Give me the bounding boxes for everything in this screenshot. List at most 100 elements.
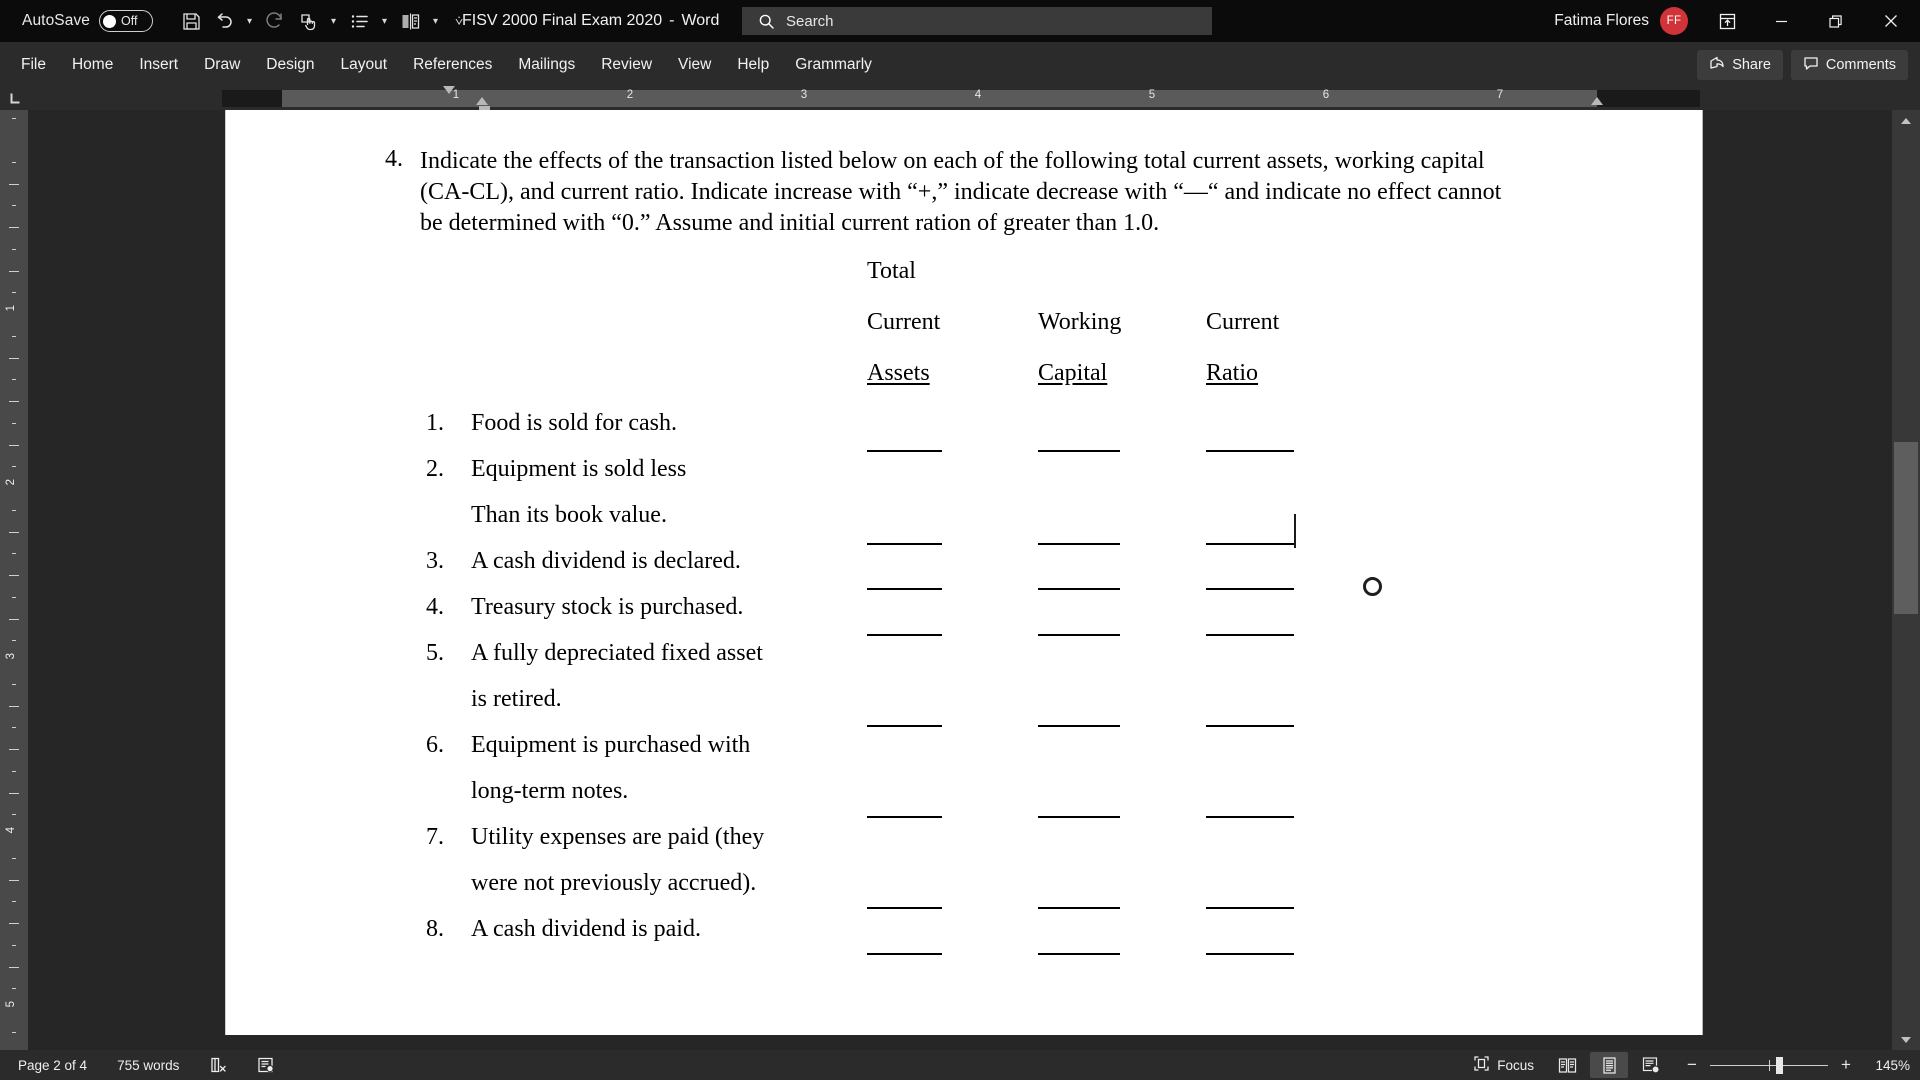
answer-blank-r5-c1[interactable] xyxy=(867,725,942,727)
column-header-0-line2: Current xyxy=(867,309,941,335)
status-bar-left: Page 2 of 4 755 words xyxy=(8,1050,285,1080)
comments-label: Comments xyxy=(1825,56,1896,73)
answer-blank-r7-c1[interactable] xyxy=(867,907,942,909)
scroll-up-arrow-icon[interactable] xyxy=(1892,110,1920,132)
restore-icon[interactable] xyxy=(1808,0,1862,42)
tab-mailings[interactable]: Mailings xyxy=(505,42,588,87)
vertical-ruler-number-4: 5 xyxy=(5,1001,17,1008)
answer-blank-r4-c2[interactable] xyxy=(1038,634,1120,636)
answer-blank-r2-c2[interactable] xyxy=(1038,543,1120,545)
undo-dropdown-icon[interactable]: ▾ xyxy=(241,5,258,37)
account-control[interactable]: Fatima Flores FF xyxy=(1554,0,1688,42)
tab-stop-selector-icon[interactable] xyxy=(0,87,28,110)
answer-blank-r2-c3[interactable] xyxy=(1206,543,1294,545)
vertical-ruler-tick xyxy=(9,531,19,533)
answer-blank-r7-c3[interactable] xyxy=(1206,907,1294,909)
comments-button[interactable]: Comments xyxy=(1790,49,1908,80)
web-layout-icon[interactable] xyxy=(1632,1052,1670,1078)
tab-review[interactable]: Review xyxy=(588,42,665,87)
horizontal-ruler[interactable]: 1234567 xyxy=(0,86,1920,188)
answer-blank-r4-c3[interactable] xyxy=(1206,634,1294,636)
account-name: Fatima Flores xyxy=(1554,12,1649,29)
compare-dropdown-icon[interactable]: ▾ xyxy=(427,5,444,37)
document-text-body[interactable]: 4. Indicate the effects of the transacti… xyxy=(226,110,1702,1035)
answer-blank-r2-c1[interactable] xyxy=(867,543,942,545)
avatar[interactable]: FF xyxy=(1660,7,1688,35)
answer-blank-r1-c3[interactable] xyxy=(1206,450,1294,452)
zoom-in-button[interactable]: + xyxy=(1838,1055,1854,1075)
vertical-ruler-tick xyxy=(9,401,19,402)
focus-button[interactable]: Focus xyxy=(1463,1050,1544,1080)
vertical-ruler-tick xyxy=(9,357,19,359)
tab-layout[interactable]: Layout xyxy=(328,42,401,87)
answer-blank-r6-c1[interactable] xyxy=(867,816,942,818)
answer-blank-r5-c3[interactable] xyxy=(1206,725,1294,727)
save-icon[interactable] xyxy=(175,5,207,37)
share-button[interactable]: Share xyxy=(1697,49,1783,80)
accessibility-checker-icon[interactable] xyxy=(247,1050,285,1080)
touch-mode-icon[interactable] xyxy=(292,5,324,37)
tab-view[interactable]: View xyxy=(665,42,724,87)
tab-draw[interactable]: Draw xyxy=(191,42,253,87)
read-mode-icon[interactable] xyxy=(1548,1052,1586,1078)
bullet-list-icon[interactable] xyxy=(343,5,375,37)
vertical-scrollbar[interactable] xyxy=(1892,110,1920,1050)
right-indent-marker[interactable] xyxy=(1591,97,1603,105)
answer-blank-r4-c1[interactable] xyxy=(867,634,942,636)
tab-grammarly[interactable]: Grammarly xyxy=(782,42,885,87)
list-item-4-number: 4. xyxy=(426,594,444,620)
answer-blank-r6-c2[interactable] xyxy=(1038,816,1120,818)
ribbon-display-options-icon[interactable] xyxy=(1700,0,1754,42)
answer-blank-r1-c2[interactable] xyxy=(1038,450,1120,452)
vertical-ruler-tick xyxy=(12,292,16,294)
zoom-slider-thumb[interactable] xyxy=(1776,1056,1784,1074)
scroll-down-arrow-icon[interactable] xyxy=(1892,1028,1920,1050)
close-icon[interactable] xyxy=(1862,0,1920,42)
vertical-ruler[interactable]: 1 2 3 4 5 xyxy=(0,110,28,1050)
document-canvas[interactable]: 4. Indicate the effects of the transacti… xyxy=(28,110,1892,1050)
ruler-number-2: 2 xyxy=(626,89,634,101)
compare-icon[interactable] xyxy=(394,5,426,37)
redo-icon[interactable] xyxy=(259,5,291,37)
tab-help[interactable]: Help xyxy=(724,42,782,87)
page-indicator[interactable]: Page 2 of 4 xyxy=(8,1050,97,1080)
answer-blank-r7-c2[interactable] xyxy=(1038,907,1120,909)
bullet-list-dropdown-icon[interactable]: ▾ xyxy=(376,5,393,37)
undo-icon[interactable] xyxy=(208,5,240,37)
autosave-toggle[interactable]: Off xyxy=(99,10,154,32)
tab-home[interactable]: Home xyxy=(59,42,126,87)
answer-blank-r8-c1[interactable] xyxy=(867,953,942,955)
minimize-icon[interactable] xyxy=(1754,0,1808,42)
answer-blank-r3-c2[interactable] xyxy=(1038,588,1120,590)
first-line-indent-marker[interactable] xyxy=(443,86,455,94)
answer-blank-r8-c2[interactable] xyxy=(1038,953,1120,955)
scrollbar-thumb[interactable] xyxy=(1894,442,1918,614)
answer-blank-r3-c1[interactable] xyxy=(867,588,942,590)
answer-blank-r3-c3[interactable] xyxy=(1206,588,1294,590)
spelling-check-icon[interactable] xyxy=(199,1050,237,1080)
zoom-out-button[interactable]: − xyxy=(1684,1055,1700,1075)
list-item-5-line-2: is retired. xyxy=(471,686,562,712)
tab-design[interactable]: Design xyxy=(253,42,327,87)
zoom-control[interactable]: − + 145% xyxy=(1684,1055,1910,1075)
tab-references[interactable]: References xyxy=(400,42,505,87)
search-input[interactable]: Search xyxy=(742,7,1212,35)
answer-blank-r6-c3[interactable] xyxy=(1206,816,1294,818)
vertical-ruler-tick xyxy=(12,770,16,772)
document-page[interactable]: 4. Indicate the effects of the transacti… xyxy=(225,110,1703,1035)
word-count[interactable]: 755 words xyxy=(107,1050,189,1080)
tab-file[interactable]: File xyxy=(8,42,59,87)
answer-blank-r1-c1[interactable] xyxy=(867,450,942,452)
column-header-2-line2: Current xyxy=(1206,309,1280,335)
list-item-3-number: 3. xyxy=(426,548,444,574)
autosave-control[interactable]: AutoSave Off xyxy=(22,10,154,32)
hanging-indent-marker[interactable] xyxy=(476,97,488,105)
zoom-level-label[interactable]: 145% xyxy=(1868,1058,1910,1073)
touch-mode-dropdown-icon[interactable]: ▾ xyxy=(325,5,342,37)
answer-blank-r5-c2[interactable] xyxy=(1038,725,1120,727)
zoom-slider[interactable] xyxy=(1710,1056,1828,1074)
tab-insert[interactable]: Insert xyxy=(126,42,191,87)
answer-blank-r8-c3[interactable] xyxy=(1206,953,1294,955)
autosave-state-label: Off xyxy=(121,14,138,28)
print-layout-icon[interactable] xyxy=(1590,1052,1628,1078)
